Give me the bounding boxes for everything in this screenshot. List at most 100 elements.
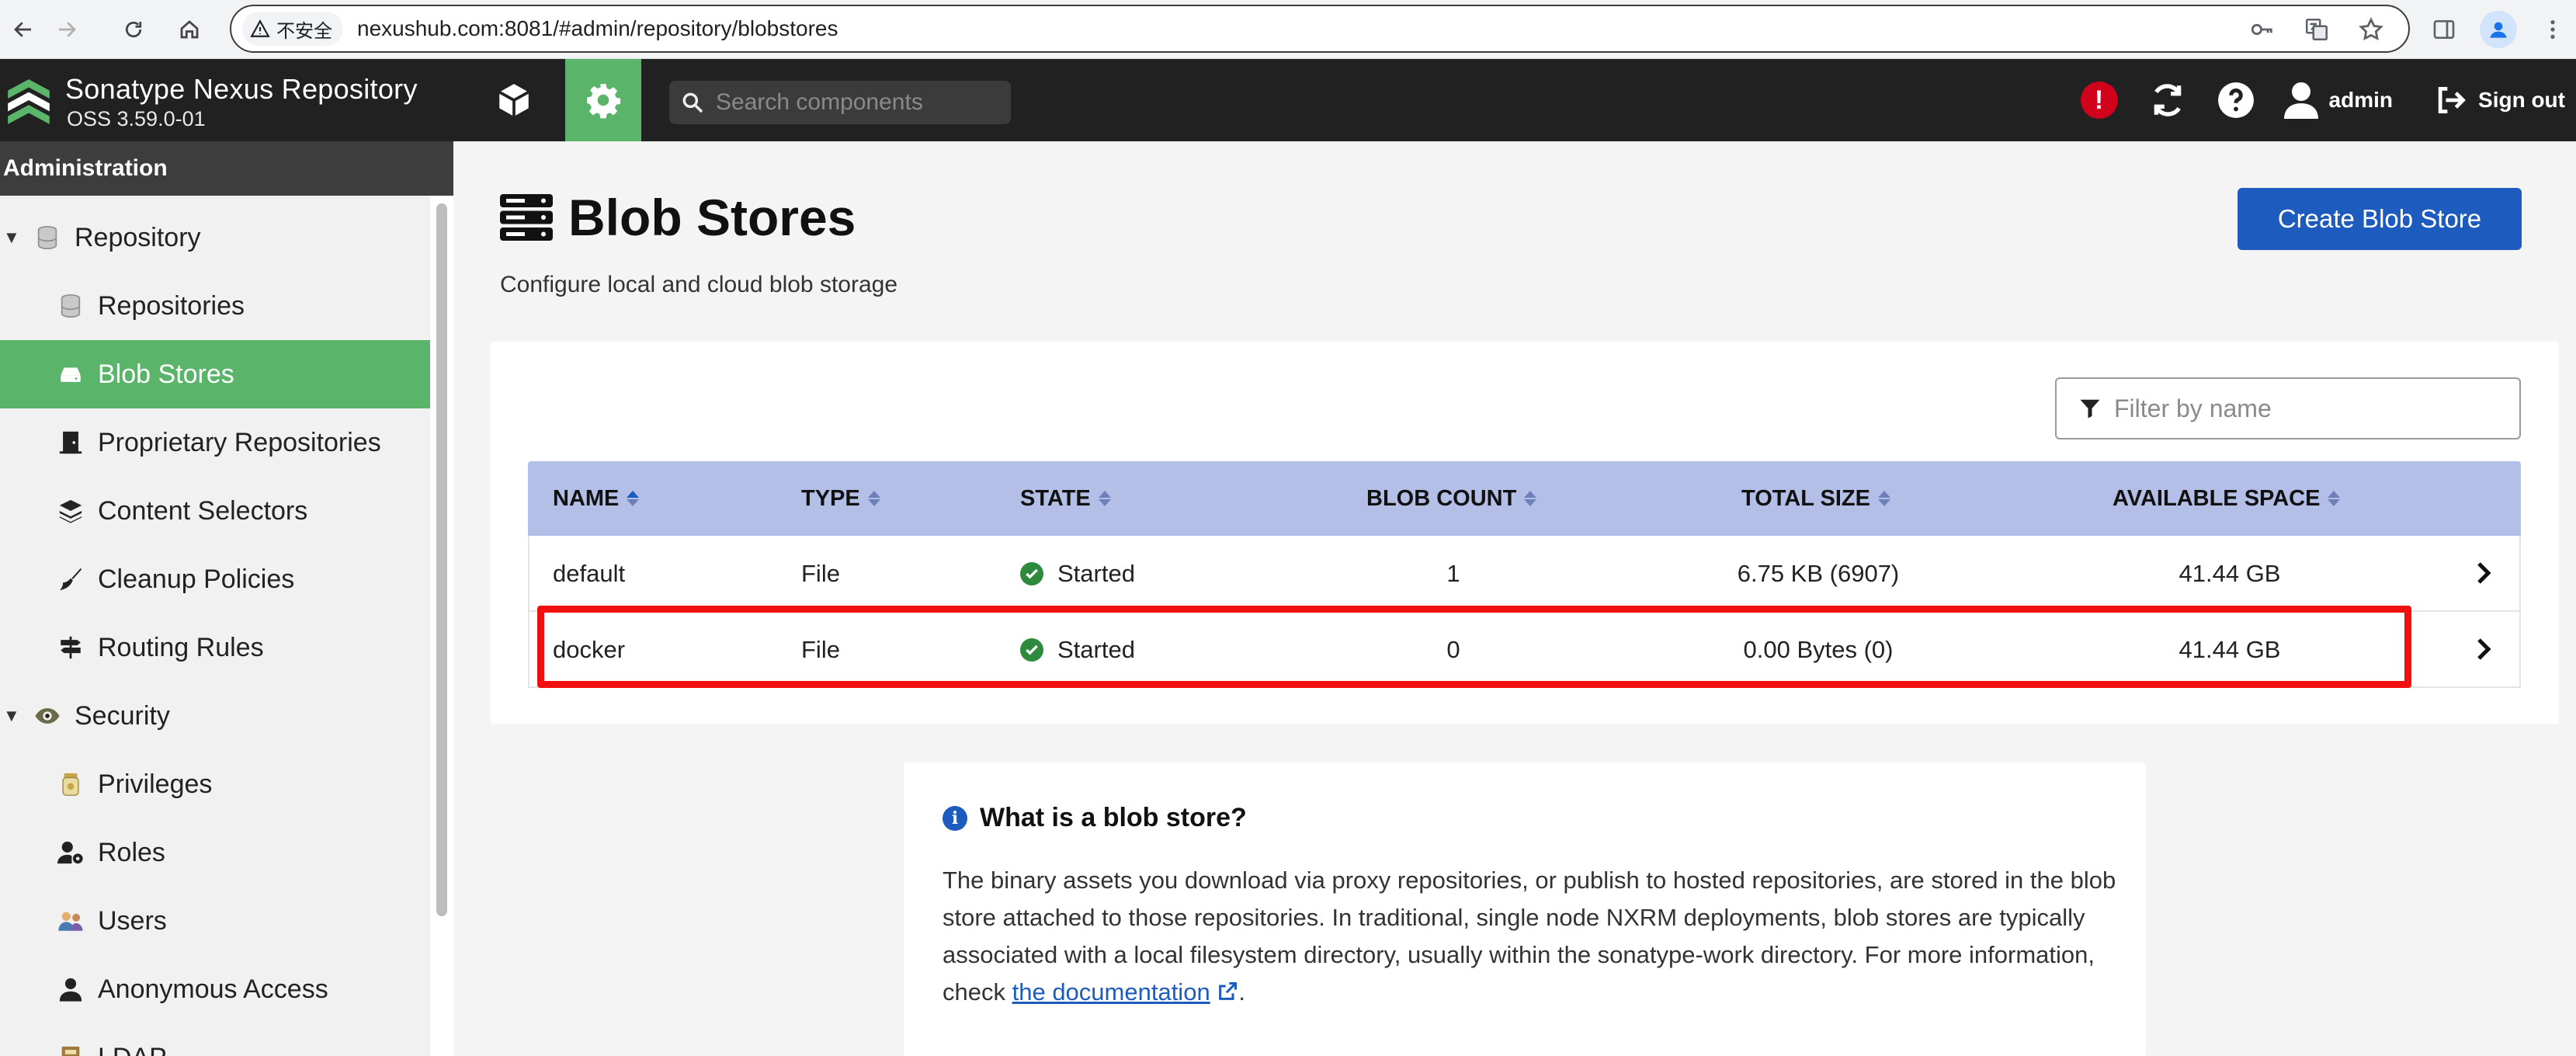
sidebar-item-label: Proprietary Repositories: [98, 427, 381, 457]
filter-field[interactable]: [2055, 377, 2521, 439]
page-subtitle: Configure local and cloud blob storage: [500, 272, 898, 297]
check-circle-icon: [1020, 562, 1043, 585]
sidebar-scrollbar[interactable]: [430, 196, 453, 1056]
hard-drive-icon: [56, 360, 85, 389]
sidebar-item-label: Anonymous Access: [98, 974, 328, 1004]
caret-down-icon[interactable]: ▼: [3, 228, 22, 248]
app-header: Sonatype Nexus Repository OSS 3.59.0-01 …: [0, 59, 2576, 141]
create-blob-store-button[interactable]: Create Blob Store: [2238, 188, 2522, 250]
caret-down-icon[interactable]: ▼: [3, 706, 22, 726]
key-icon[interactable]: [2247, 14, 2278, 45]
user-icon: [2283, 82, 2318, 119]
admin-sidebar: Administration ▼ Repository Repositories…: [0, 141, 453, 1056]
sidebar-item-proprietary-repositories[interactable]: Proprietary Repositories: [0, 408, 430, 477]
database-icon: [56, 291, 85, 321]
nexus-logo-icon[interactable]: [5, 76, 53, 127]
filter-input[interactable]: [2114, 394, 2518, 423]
table-row[interactable]: docker File Started 0 0.00 Bytes (0) 41.…: [528, 612, 2521, 688]
browser-toolbar: 不安全 nexushub.com:8081/#admin/repository/…: [0, 0, 2576, 59]
sort-icon[interactable]: [1524, 491, 1537, 506]
component-search[interactable]: [669, 81, 1011, 124]
administration-button[interactable]: [565, 59, 641, 141]
sidebar-item-label: Repository: [75, 222, 201, 252]
profile-avatar-icon[interactable]: [2480, 11, 2517, 48]
search-input[interactable]: [716, 89, 995, 116]
back-arrow-icon[interactable]: [5, 11, 42, 48]
sidebar-item-security[interactable]: ▼ Security: [0, 682, 430, 750]
column-header-name[interactable]: NAME: [553, 461, 640, 536]
sidebar-item-label: Blob Stores: [98, 359, 234, 389]
signpost-icon: [56, 633, 85, 662]
warning-icon: [250, 19, 270, 37]
sidebar-item-routing-rules[interactable]: Routing Rules: [0, 613, 430, 682]
external-link-icon[interactable]: [1217, 981, 1238, 1002]
cell-blob-count: 1: [1446, 560, 1460, 587]
sidebar-item-label: Routing Rules: [98, 632, 264, 662]
sidebar-item-repository[interactable]: ▼ Repository: [0, 203, 430, 272]
user-menu[interactable]: admin: [2283, 82, 2394, 119]
help-icon[interactable]: [2216, 80, 2256, 120]
sign-out-button[interactable]: Sign out: [2433, 83, 2565, 117]
sidebar-item-label: Content Selectors: [98, 495, 308, 526]
security-chip[interactable]: 不安全: [242, 12, 343, 46]
sort-ascending-icon[interactable]: [627, 491, 640, 506]
info-heading: i What is a blob store?: [943, 803, 1247, 833]
reload-icon[interactable]: [115, 11, 152, 48]
sidebar-nav: ▼ Repository Repositories Blob Stores Pr…: [0, 196, 430, 1056]
sidebar-item-label: Users: [98, 905, 167, 936]
sidebar-item-ldap[interactable]: LDAP: [0, 1023, 430, 1056]
cell-available-space: 41.44 GB: [2178, 636, 2281, 663]
badge-icon: [56, 769, 85, 799]
browse-button[interactable]: [478, 59, 550, 141]
sort-icon[interactable]: [867, 491, 880, 506]
sidebar-item-content-selectors[interactable]: Content Selectors: [0, 477, 430, 545]
sidebar-item-repositories[interactable]: Repositories: [0, 272, 430, 340]
documentation-link[interactable]: the documentation: [1012, 978, 1210, 1006]
info-icon: i: [943, 805, 967, 831]
chevron-right-icon[interactable]: [2470, 635, 2498, 663]
bookmark-star-icon[interactable]: [2356, 14, 2387, 45]
cell-type: File: [801, 560, 840, 587]
search-icon: [682, 92, 703, 113]
sort-icon[interactable]: [2328, 491, 2341, 506]
book-icon: [56, 1043, 85, 1056]
home-icon[interactable]: [171, 11, 208, 48]
sidebar-item-cleanup-policies[interactable]: Cleanup Policies: [0, 545, 430, 613]
cell-blob-count: 0: [1446, 636, 1460, 663]
table-row[interactable]: default File Started 1 6.75 KB (6907) 41…: [528, 536, 2521, 612]
main-content: Blob Stores Configure local and cloud bl…: [453, 141, 2576, 1056]
layers-icon: [56, 496, 85, 526]
sidebar-item-users[interactable]: Users: [0, 887, 430, 955]
side-panel-icon[interactable]: [2425, 11, 2463, 48]
kebab-menu-icon[interactable]: [2534, 11, 2571, 48]
brand-title[interactable]: Sonatype Nexus Repository: [65, 73, 418, 106]
sidebar-item-roles[interactable]: Roles: [0, 818, 430, 887]
security-label: 不安全: [276, 20, 332, 42]
sort-icon[interactable]: [1877, 491, 1890, 506]
column-header-state[interactable]: STATE: [1020, 461, 1111, 536]
table-header: NAME TYPE STATE BLOB COUNT TOTAL SIZE AV…: [528, 461, 2521, 536]
translate-icon[interactable]: [2301, 14, 2332, 45]
server-stack-icon: [500, 194, 553, 241]
chevron-right-icon[interactable]: [2470, 559, 2498, 587]
column-header-blob-count[interactable]: BLOB COUNT: [1366, 461, 1537, 536]
database-icon: [33, 223, 62, 252]
sidebar-item-anonymous-access[interactable]: Anonymous Access: [0, 955, 430, 1023]
refresh-icon[interactable]: [2147, 80, 2188, 120]
column-header-total-size[interactable]: TOTAL SIZE: [1741, 461, 1890, 536]
system-alert-icon[interactable]: !: [2080, 82, 2118, 119]
column-header-type[interactable]: TYPE: [801, 461, 880, 536]
sidebar-item-privileges[interactable]: Privileges: [0, 750, 430, 818]
cell-state: Started: [1020, 612, 1135, 688]
user-label: admin: [2328, 88, 2394, 112]
sidebar-item-blob-stores[interactable]: Blob Stores: [0, 340, 430, 408]
address-bar[interactable]: 不安全 nexushub.com:8081/#admin/repository/…: [230, 5, 2410, 53]
cell-type: File: [801, 636, 840, 663]
url-text[interactable]: nexushub.com:8081/#admin/repository/blob…: [357, 16, 838, 41]
forward-arrow-icon[interactable]: [48, 11, 85, 48]
column-header-available-space[interactable]: AVAILABLE SPACE: [2113, 461, 2341, 536]
sort-icon[interactable]: [1098, 491, 1111, 506]
scrollbar-thumb[interactable]: [436, 203, 447, 916]
check-circle-icon: [1020, 638, 1043, 662]
sidebar-item-label: Roles: [98, 837, 165, 867]
